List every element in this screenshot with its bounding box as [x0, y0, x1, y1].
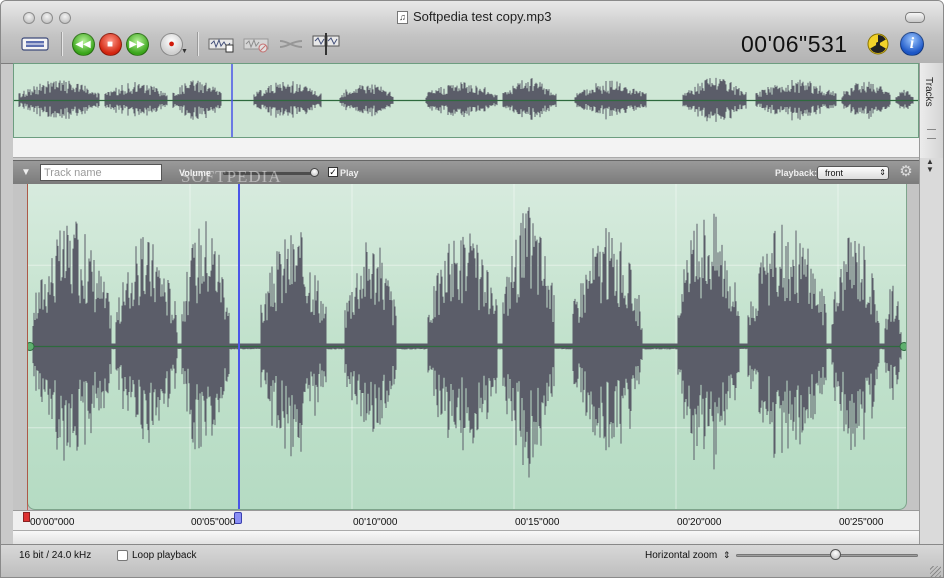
tape-button[interactable] [20, 32, 50, 56]
envelope-point[interactable] [899, 342, 906, 351]
delete-icon [243, 38, 269, 53]
fast-forward-button[interactable]: ▶▶ [125, 32, 149, 56]
stop-icon: ■ [98, 32, 122, 56]
playback-label: Playback: [775, 168, 818, 178]
close-window-button[interactable] [23, 12, 35, 24]
insert-icon [208, 38, 234, 53]
tape-icon [21, 37, 49, 51]
waveform-path [28, 207, 906, 478]
track-header: ▼ Volume ✓ Play Playback: front ⇕ ⚙ [13, 160, 919, 184]
horizontal-zoom-slider[interactable] [736, 554, 918, 557]
playback-value: front [825, 168, 844, 178]
info-button[interactable]: i [899, 32, 925, 56]
horizontal-zoom-label: Horizontal zoom [645, 550, 718, 561]
selection-start-marker [27, 184, 28, 516]
mix-button[interactable] [277, 32, 305, 56]
split-icon [312, 33, 340, 55]
ruler-tick-label: 00'20"000 [677, 517, 722, 528]
fast-forward-icon: ▶▶ [125, 32, 149, 56]
resize-grip-icon[interactable] [930, 566, 941, 577]
ruler-tick-label: 00'15"000 [515, 517, 560, 528]
envelope-point[interactable] [28, 342, 35, 351]
select-arrows-icon: ⇕ [879, 168, 886, 177]
ruler-tick-label: 00'25"000 [839, 517, 884, 528]
audio-format-text: 16 bit / 24.0 kHz [19, 550, 92, 561]
window-title: Softpedia test copy.mp3 [413, 9, 552, 24]
minimize-window-button[interactable] [41, 12, 53, 24]
gear-icon[interactable]: ⚙ [898, 164, 914, 180]
toolbar-separator [197, 32, 199, 56]
rewind-button[interactable]: ◀◀ [71, 32, 95, 56]
scroll-arrows-icon[interactable]: ▲ ▼ [926, 158, 934, 174]
disclosure-triangle-icon[interactable]: ▼ [21, 167, 31, 178]
ruler-tick-label: 00'05"000 [191, 517, 236, 528]
start-marker-handle[interactable] [23, 512, 30, 522]
main-wave-graphic [28, 184, 906, 509]
stop-button[interactable]: ■ [98, 32, 122, 56]
insert-button[interactable] [207, 32, 235, 56]
radiation-icon [867, 33, 889, 55]
ruler-tick-label: 00'00"000 [30, 517, 75, 528]
loop-playback-checkbox[interactable] [117, 550, 128, 561]
overview-waveform[interactable] [13, 63, 919, 138]
toolbar-toggle-button[interactable] [905, 12, 925, 23]
tracks-drawer-tab[interactable]: Tracks [919, 63, 943, 158]
rewind-icon: ◀◀ [71, 32, 95, 56]
audio-file-icon: ♫ [397, 11, 408, 24]
overview-wave-graphic [14, 64, 918, 137]
tracks-label: Tracks [923, 77, 934, 107]
horizontal-zoom-thumb[interactable] [830, 549, 841, 560]
time-ruler[interactable]: 00'00"000 00'05"000 00'10"000 00'15"000 … [13, 510, 919, 530]
track-name-input[interactable] [40, 164, 162, 181]
play-label: Play [340, 168, 359, 178]
zoom-window-button[interactable] [59, 12, 71, 24]
title-toolbar: ♫ Softpedia test copy.mp3 ◀◀ ■ ▶▶ ● ▼ 00… [1, 1, 943, 64]
play-checkbox[interactable]: ✓ [328, 167, 338, 177]
toolbar-separator [61, 32, 63, 56]
split-button[interactable] [311, 32, 341, 56]
volume-slider-thumb[interactable] [310, 168, 319, 177]
info-icon: i [900, 32, 924, 56]
loop-playback-label: Loop playback [132, 550, 197, 561]
grip-icon [927, 129, 936, 139]
vertical-scrollbar[interactable]: ▲ ▼ [919, 158, 943, 544]
status-bar: 16 bit / 24.0 kHz Loop playback Horizont… [1, 544, 943, 577]
zoom-stepper-icon[interactable]: ⇕ [723, 550, 731, 561]
record-icon: ● [160, 32, 184, 56]
record-button[interactable]: ● ▼ [160, 32, 188, 56]
time-display: 00'06"531 [741, 31, 848, 57]
burn-button[interactable] [866, 32, 890, 56]
delete-button[interactable] [242, 32, 270, 56]
ruler-tick-label: 00'10"000 [353, 517, 398, 528]
mix-icon [279, 40, 303, 48]
main-waveform[interactable] [27, 184, 907, 510]
horizontal-scrollbar[interactable] [13, 530, 919, 544]
app-window: ♫ Softpedia test copy.mp3 ◀◀ ■ ▶▶ ● ▼ 00… [0, 0, 944, 578]
playback-select[interactable]: front ⇕ [817, 166, 889, 180]
overview-footer [13, 138, 919, 158]
